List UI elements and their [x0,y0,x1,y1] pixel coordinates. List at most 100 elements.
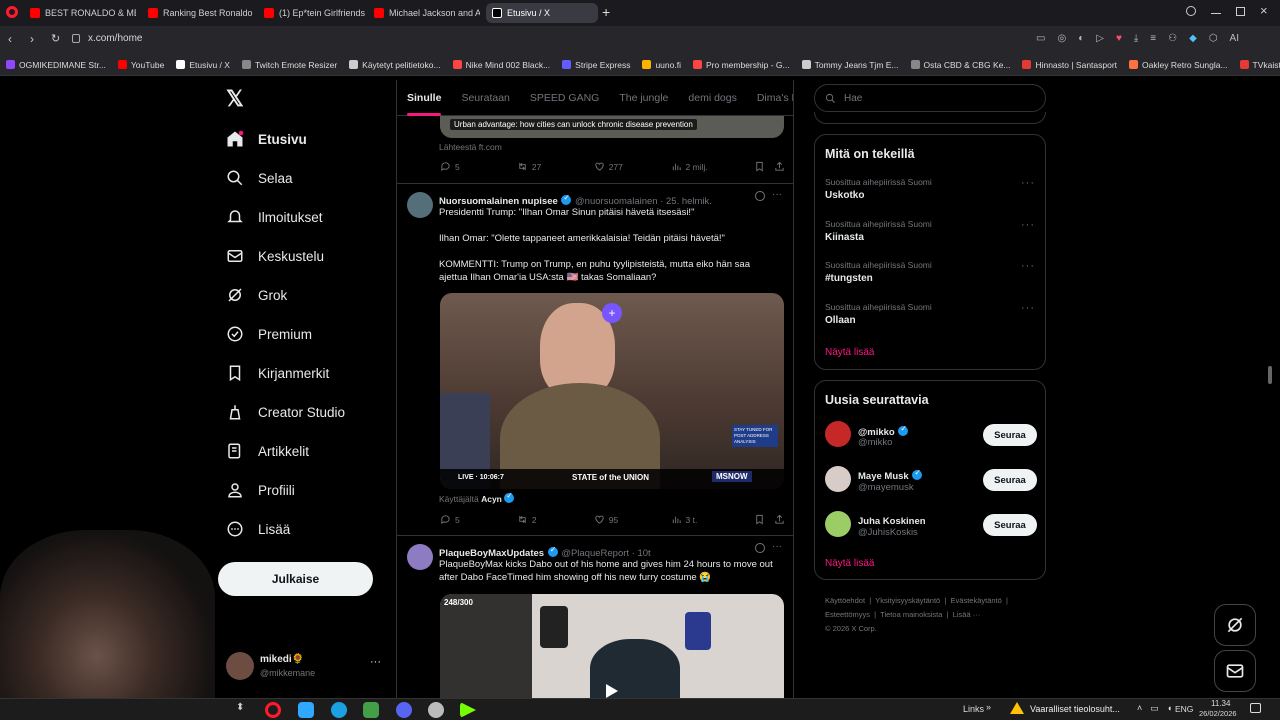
links-label[interactable]: Links [963,704,984,714]
footer-link[interactable]: Tietoa mainoksista [880,610,942,619]
footer-link[interactable]: Yksityisyyskäytäntö [875,596,940,605]
share-button[interactable] [774,161,785,172]
show-more-link[interactable]: Näytä lisää [825,558,874,569]
avatar[interactable] [825,466,851,492]
bookmark[interactable]: Twitch Emote Resizer [241,60,337,70]
bookmark[interactable]: YouTube [117,60,164,70]
nav-more[interactable]: Lisää [226,520,290,538]
notification-icon[interactable] [1250,703,1261,713]
chevron-icon[interactable]: » [986,702,991,712]
scrollbar[interactable] [1268,366,1272,384]
security-icon[interactable] [72,34,80,43]
tweet-video[interactable]: + LIVE · 10:06:7 STATE of the UNION MSNO… [440,293,784,489]
bookmark[interactable]: Stripe Express [562,60,630,70]
browser-search-icon[interactable] [1186,6,1196,16]
opera-icon[interactable] [265,702,281,718]
weather-warning[interactable]: Vaaralliset tieolosuht... [1030,704,1120,714]
close-window-icon[interactable]: × [1260,3,1268,18]
more-dots-icon[interactable]: ··· [772,189,782,200]
footer-link[interactable]: Esteettömyys [825,610,870,619]
tab-list[interactable]: SPEED GANG [520,80,609,116]
extension-icon[interactable]: ◆ [1189,33,1197,44]
bookmark[interactable]: Etusivu / X [176,60,230,70]
suggestion-name[interactable]: Maye Musk [858,471,909,482]
search-box[interactable]: Hae [814,84,1046,112]
app-icon[interactable] [460,702,476,718]
edge-icon[interactable] [331,702,347,718]
back-icon[interactable]: ‹ [8,32,12,46]
browser-tab[interactable]: BEST RONALDO & MESSI [24,3,136,23]
avatar[interactable] [407,544,433,570]
nav-premium[interactable]: Premium [226,325,312,343]
x-logo-icon[interactable]: 𝕏 [226,86,244,112]
account-switcher[interactable]: mikedi🌻 @mikkemane ··· [226,652,386,682]
browser-tab-active[interactable]: Etusivu / X [486,3,598,23]
bookmark[interactable]: Oakley Retro Sungla... [1129,60,1228,70]
tab-following[interactable]: Seurataan [451,80,519,116]
more-dots-icon[interactable]: ··· [772,541,782,552]
tweet[interactable]: Nuorsuomalainen nupisee @nuorsuomalainen… [397,184,793,536]
chevron-up-icon[interactable]: ˄ [1137,703,1142,714]
follow-button[interactable]: Seuraa [983,424,1037,446]
follow-button[interactable]: Seuraa [983,514,1037,536]
browser-tab[interactable]: (1) Ep*tein Girlfriends twe [258,3,366,23]
clock-time[interactable]: 11.34 [1211,699,1230,708]
more-dots-icon[interactable]: ··· [1021,260,1035,272]
reply-button[interactable]: 5 [440,161,517,172]
avatar[interactable] [407,192,433,218]
bookmark[interactable]: Nike Mind 002 Black... [452,60,550,70]
app-icon[interactable] [363,702,379,718]
menu-icon[interactable]: ≡ [1150,33,1156,44]
more-dots-icon[interactable]: ··· [1021,302,1035,314]
wallet-icon[interactable]: ⬡ [1209,33,1218,44]
suggestion-name[interactable]: Juha Koskinen [858,516,926,527]
more-dots-icon[interactable]: ··· [370,656,381,668]
more-dots-icon[interactable]: ··· [1021,177,1035,189]
views-button[interactable]: 3 t. [671,514,755,525]
download-icon[interactable]: ⤓ [1134,33,1138,44]
pin-icon[interactable]: ⬍ [236,702,244,713]
footer-link[interactable]: Evästekäytäntö [951,596,1002,605]
like-button[interactable]: 95 [594,514,671,525]
post-button[interactable]: Julkaise [218,562,373,596]
bookmark[interactable]: Tommy Jeans Tjm E... [801,60,899,70]
grok-icon[interactable] [755,191,765,201]
nav-messages[interactable]: Keskustelu [226,247,324,265]
screenshot-icon[interactable]: ▭ [1036,33,1045,44]
forward-icon[interactable]: › [30,32,34,46]
nav-grok[interactable]: Grok [226,286,287,304]
language-indicator[interactable]: ENG [1175,704,1193,714]
bookmark[interactable]: uuno.fi [642,60,681,70]
reload-icon[interactable]: ↻ [51,32,60,45]
nav-explore[interactable]: Selaa [226,169,293,187]
tab-list[interactable]: demi dogs [678,80,746,116]
tab-list[interactable]: Dima's Dist [747,80,793,116]
heart-icon[interactable]: ♥ [1116,33,1122,44]
bookmark[interactable]: Osta CBD & CBG Ke... [910,60,1010,70]
avatar[interactable] [825,421,851,447]
discord-icon[interactable] [396,702,412,718]
browser-tab[interactable]: Ranking Best Ronaldo & M [142,3,254,23]
opera-logo-icon[interactable] [6,6,18,18]
tab-for-you[interactable]: Sinulle [397,80,451,116]
grok-icon[interactable] [755,543,765,553]
views-button[interactable]: 2 milj. [671,161,755,172]
url-field[interactable]: x.com/home [88,33,142,44]
nav-creator-studio[interactable]: Creator Studio [226,403,345,421]
clock-date[interactable]: 26/02/2026 [1199,709,1237,718]
play-icon[interactable] [606,684,618,698]
browser-tab[interactable]: Michael Jackson and Aaro [368,3,480,23]
app-icon[interactable] [428,702,444,718]
ai-icon[interactable]: AI [1230,33,1239,44]
minimize-icon[interactable] [1211,13,1221,14]
volume-icon[interactable]: ◖ [1167,703,1172,714]
nav-notifications[interactable]: Ilmoitukset [226,208,323,226]
play-icon[interactable]: ▷ [1096,33,1104,44]
avatar[interactable] [825,511,851,537]
link-source[interactable]: Lähteestä ft.com [439,142,502,152]
new-tab-button[interactable]: + [602,4,610,20]
camera-icon[interactable]: ◎ [1057,33,1066,44]
share-button[interactable] [774,514,785,525]
like-button[interactable]: 277 [594,161,671,172]
tweet[interactable]: PlaqueBoyMaxUpdates @PlaqueReport · 10t … [397,536,793,700]
